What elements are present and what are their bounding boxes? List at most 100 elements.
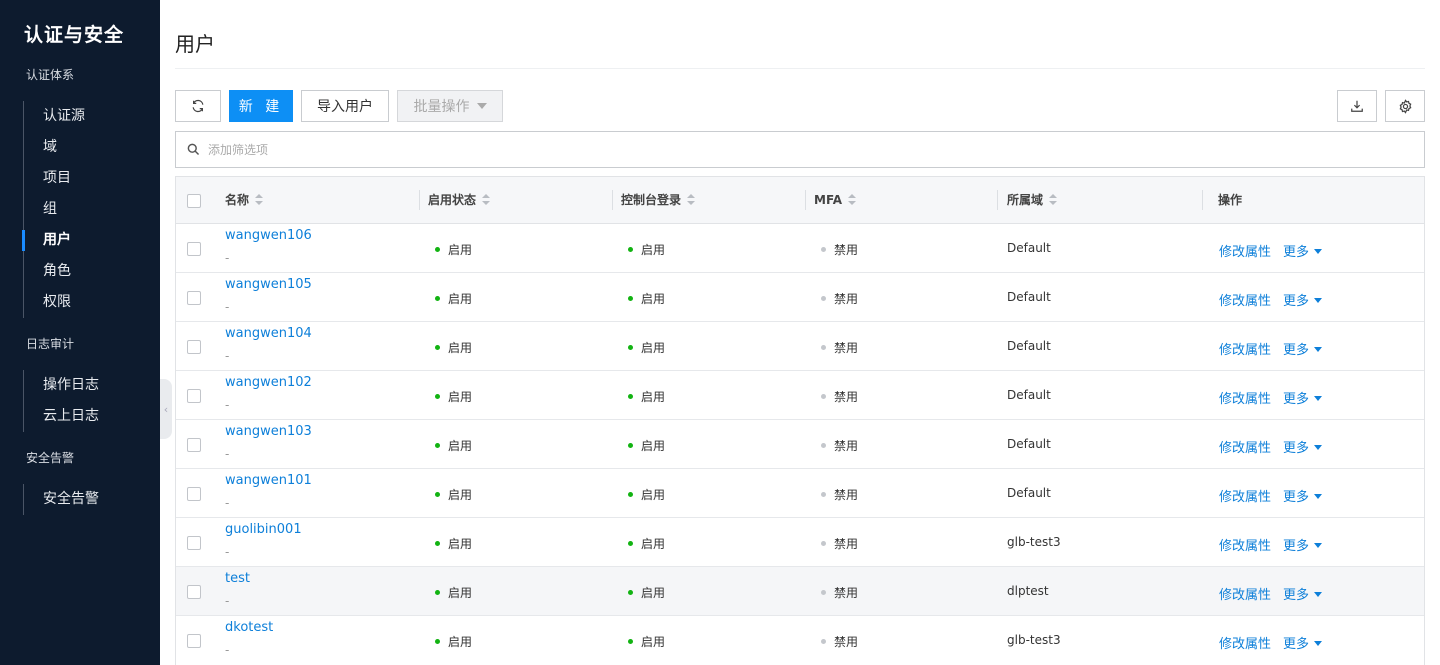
enabled-status: 启用 [435, 633, 472, 650]
status-dot-icon [628, 394, 633, 399]
sidebar-title: 认证与安全 [24, 24, 125, 46]
status-dot-icon [821, 345, 826, 350]
table-row: guolibin001 - 启用 启用 禁用 glb-test3 修改属性 更多 [176, 518, 1424, 567]
row-checkbox[interactable] [187, 585, 201, 599]
toolbar: 新 建 导入用户 批量操作 [175, 90, 1425, 122]
status-dot-icon [821, 394, 826, 399]
edit-attributes-link[interactable]: 修改属性 [1219, 437, 1271, 456]
user-name-link[interactable]: wangwen101 [225, 473, 312, 488]
user-name-link[interactable]: wangwen106 [225, 228, 312, 243]
console-login-status: 启用 [628, 290, 665, 307]
column-header-actions: 操作 [1218, 193, 1243, 207]
status-dot-icon [628, 639, 633, 644]
console-login-status: 启用 [628, 339, 665, 356]
user-domain: Default [1007, 290, 1051, 304]
more-actions-dropdown[interactable]: 更多 [1283, 584, 1323, 603]
sidebar-item-cloud-log[interactable]: 云上日志 [24, 401, 99, 432]
sidebar-item-roles[interactable]: 角色 [24, 256, 85, 287]
row-checkbox[interactable] [187, 536, 201, 550]
row-checkbox[interactable] [187, 389, 201, 403]
user-name-link[interactable]: guolibin001 [225, 522, 302, 537]
more-actions-dropdown[interactable]: 更多 [1283, 290, 1323, 309]
status-dot-icon [435, 247, 440, 252]
user-description: - [225, 594, 230, 608]
edit-attributes-link[interactable]: 修改属性 [1219, 535, 1271, 554]
mfa-status: 禁用 [821, 241, 858, 258]
row-checkbox[interactable] [187, 634, 201, 648]
sidebar-item-project[interactable]: 项目 [24, 163, 85, 194]
user-description: - [225, 643, 230, 657]
status-dot-icon [435, 541, 440, 546]
edit-attributes-link[interactable]: 修改属性 [1219, 584, 1271, 603]
edit-attributes-link[interactable]: 修改属性 [1219, 388, 1271, 407]
caret-down-icon [1314, 592, 1323, 597]
import-users-button[interactable]: 导入用户 [301, 90, 389, 122]
caret-down-icon [1314, 347, 1323, 352]
filter-input[interactable] [208, 142, 1208, 157]
column-header-enabled[interactable]: 启用状态 [428, 177, 491, 223]
edit-attributes-link[interactable]: 修改属性 [1219, 486, 1271, 505]
status-dot-icon [821, 443, 826, 448]
enabled-status: 启用 [435, 584, 472, 601]
batch-operation-dropdown[interactable]: 批量操作 [397, 90, 503, 122]
console-login-status: 启用 [628, 633, 665, 650]
row-checkbox[interactable] [187, 487, 201, 501]
user-name-link[interactable]: wangwen103 [225, 424, 312, 439]
more-actions-dropdown[interactable]: 更多 [1283, 437, 1323, 456]
column-header-domain[interactable]: 所属域 [1007, 177, 1058, 223]
edit-attributes-link[interactable]: 修改属性 [1219, 633, 1271, 652]
status-dot-icon [821, 590, 826, 595]
more-actions-dropdown[interactable]: 更多 [1283, 339, 1323, 358]
status-dot-icon [628, 541, 633, 546]
more-actions-dropdown[interactable]: 更多 [1283, 535, 1323, 554]
sidebar-item-operation-log[interactable]: 操作日志 [24, 370, 99, 401]
mfa-status: 禁用 [821, 339, 858, 356]
user-name-link[interactable]: wangwen105 [225, 277, 312, 292]
table-row: dkotest - 启用 启用 禁用 glb-test3 修改属性 更多 [176, 616, 1424, 665]
edit-attributes-link[interactable]: 修改属性 [1219, 290, 1271, 309]
new-user-button[interactable]: 新 建 [229, 90, 293, 122]
user-name-link[interactable]: wangwen104 [225, 326, 312, 341]
edit-attributes-link[interactable]: 修改属性 [1219, 339, 1271, 358]
column-divider [805, 190, 806, 210]
console-login-status: 启用 [628, 486, 665, 503]
enabled-status: 启用 [435, 339, 472, 356]
user-name-link[interactable]: dkotest [225, 620, 273, 635]
sidebar-item-auth-source[interactable]: 认证源 [24, 101, 85, 132]
sidebar-group-alerts-items: 安全告警 [23, 484, 99, 515]
sidebar-item-permissions[interactable]: 权限 [24, 287, 85, 318]
download-button[interactable] [1337, 90, 1377, 122]
more-actions-dropdown[interactable]: 更多 [1283, 241, 1323, 260]
refresh-button[interactable] [175, 90, 221, 122]
refresh-icon [192, 99, 204, 113]
gear-icon [1399, 98, 1411, 114]
user-domain: glb-test3 [1007, 535, 1061, 549]
sidebar-item-domain[interactable]: 域 [24, 132, 85, 163]
user-description: - [225, 349, 230, 363]
sidebar-item-group[interactable]: 组 [24, 194, 85, 225]
edit-attributes-link[interactable]: 修改属性 [1219, 241, 1271, 260]
console-login-status: 启用 [628, 388, 665, 405]
sidebar-collapse-handle[interactable]: ‹ [160, 379, 172, 439]
console-login-status: 启用 [628, 535, 665, 552]
column-header-console-login[interactable]: 控制台登录 [621, 177, 696, 223]
column-divider [997, 190, 998, 210]
row-checkbox[interactable] [187, 242, 201, 256]
filter-search-bar[interactable] [175, 131, 1425, 168]
row-checkbox[interactable] [187, 291, 201, 305]
more-actions-dropdown[interactable]: 更多 [1283, 388, 1323, 407]
more-actions-dropdown[interactable]: 更多 [1283, 633, 1323, 652]
more-actions-dropdown[interactable]: 更多 [1283, 486, 1323, 505]
sidebar-item-users[interactable]: 用户 [22, 225, 85, 256]
column-header-mfa[interactable]: MFA [814, 177, 857, 223]
row-checkbox[interactable] [187, 438, 201, 452]
sidebar-item-security-alerts[interactable]: 安全告警 [24, 484, 99, 515]
console-login-status: 启用 [628, 584, 665, 601]
row-checkbox[interactable] [187, 340, 201, 354]
user-name-link[interactable]: test [225, 571, 250, 586]
column-header-name[interactable]: 名称 [225, 177, 264, 223]
select-all-checkbox[interactable] [187, 194, 201, 208]
settings-button[interactable] [1385, 90, 1425, 122]
user-description: - [225, 300, 230, 314]
user-name-link[interactable]: wangwen102 [225, 375, 312, 390]
